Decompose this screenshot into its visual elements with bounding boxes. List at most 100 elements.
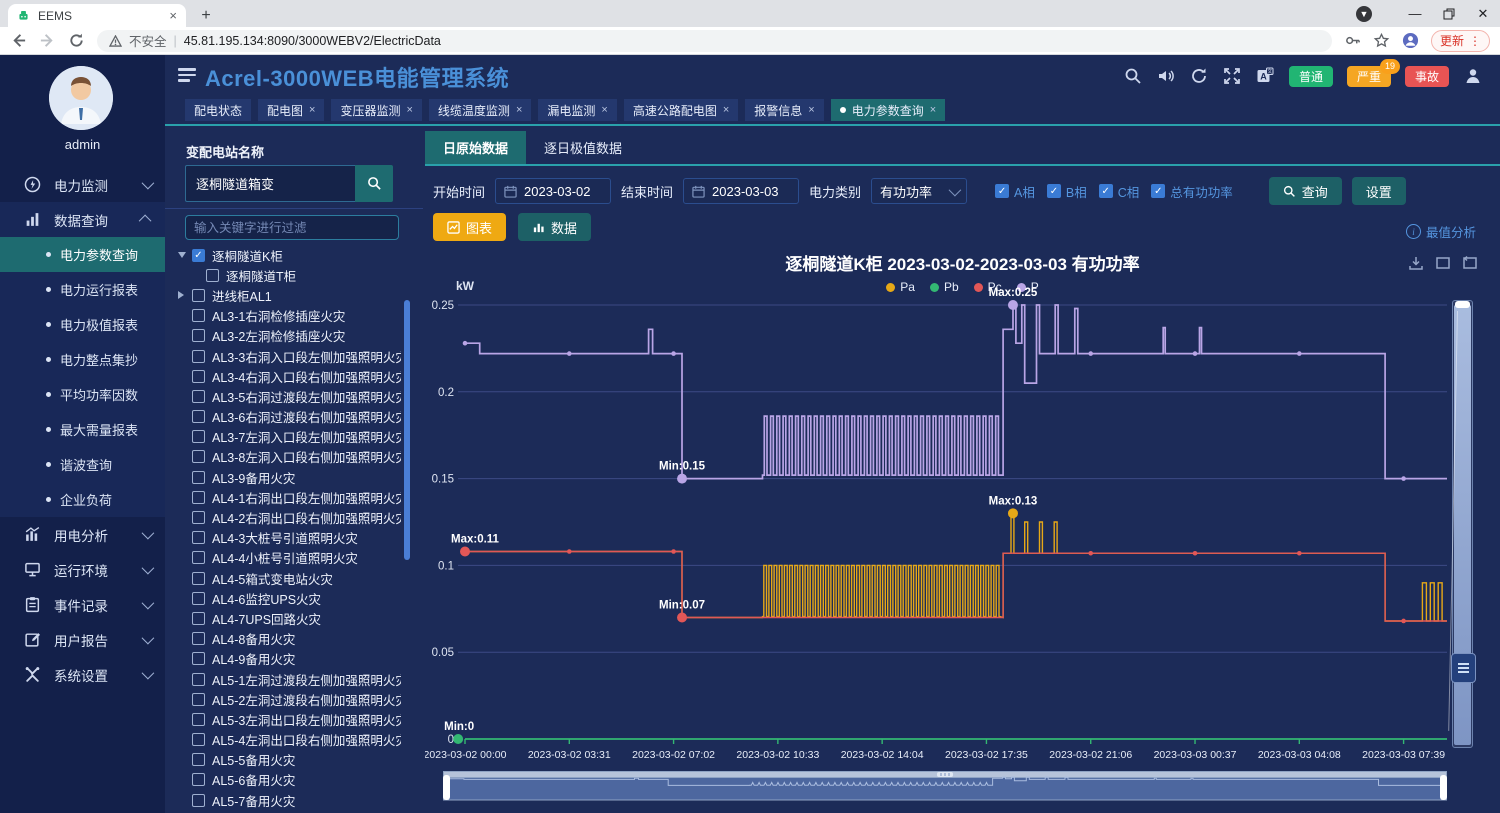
main-tab[interactable]: 高速公路配电图× — [624, 99, 738, 121]
browser-tab[interactable]: EEMS × — [8, 4, 186, 27]
phase-checkbox-item[interactable]: ✓总有功功率 — [1151, 182, 1233, 201]
not-secure-warning-icon[interactable] — [109, 35, 122, 47]
browser-menu-circle-icon[interactable]: ▼ — [1356, 6, 1372, 22]
close-tab-icon[interactable]: × — [516, 104, 522, 116]
tree-checkbox[interactable] — [192, 753, 205, 766]
tree-checkbox[interactable] — [192, 773, 205, 786]
main-tab[interactable]: 配电图× — [258, 99, 324, 121]
user-icon[interactable] — [1464, 67, 1482, 85]
tree-item[interactable]: AL4-6监控UPS火灾 — [178, 588, 401, 608]
checkbox-checked-icon[interactable]: ✓ — [1099, 184, 1113, 198]
tree-item[interactable]: AL5-7备用火灾 — [178, 790, 401, 810]
sidebar-item-report[interactable]: 用户报告 — [0, 622, 165, 657]
datazoom-grip[interactable] — [1451, 653, 1476, 683]
tree-checkbox[interactable] — [192, 612, 205, 625]
tree-checkbox[interactable] — [192, 491, 205, 504]
address-bar[interactable]: 不安全 | 45.81.195.134:8090/3000WEBV2/Elect… — [97, 30, 1332, 52]
sidebar-item-power[interactable]: 电力监测 — [0, 167, 165, 202]
main-tab[interactable]: 线缆温度监测× — [429, 99, 531, 121]
station-search-input[interactable] — [185, 165, 355, 202]
window-close-button[interactable]: ✕ — [1466, 0, 1500, 27]
chart-plot[interactable]: 00.050.10.150.20.25kW2023-03-02 00:00202… — [425, 250, 1500, 770]
tree-item[interactable]: AL3-8左洞入口段右侧加强照明火灾 — [178, 447, 401, 467]
sidebar-item-settings[interactable]: 系统设置 — [0, 657, 165, 692]
tree-checkbox[interactable] — [192, 652, 205, 665]
tree-checkbox[interactable] — [192, 794, 205, 807]
data-view-button[interactable]: 数据 — [518, 213, 591, 241]
alarm-pill[interactable]: 普通 — [1289, 66, 1333, 87]
sidebar-item-event[interactable]: 事件记录 — [0, 587, 165, 622]
tree-scrollbar[interactable] — [404, 300, 410, 560]
tree-item[interactable]: AL3-3右洞入口段左侧加强照明火灾 — [178, 346, 401, 366]
bookmark-star-icon[interactable] — [1373, 32, 1390, 49]
tree-item[interactable]: AL4-7UPS回路火灾 — [178, 608, 401, 628]
close-tab-icon[interactable]: × — [723, 104, 729, 116]
tree-checkbox[interactable]: ✓ — [192, 249, 205, 262]
checkbox-checked-icon[interactable]: ✓ — [1047, 184, 1061, 198]
sidebar-item-data[interactable]: 数据查询 — [0, 202, 165, 237]
close-tab-icon[interactable]: × — [406, 104, 412, 116]
tree-filter-input[interactable] — [185, 215, 399, 240]
alarm-pill[interactable]: 严重19 — [1347, 66, 1391, 87]
tree-item[interactable]: AL4-1右洞出口段左侧加强照明火灾 — [178, 487, 401, 507]
tree-item[interactable]: AL5-1左洞过渡段左侧加强照明火灾 — [178, 669, 401, 689]
tree-item[interactable]: AL4-2右洞出口段右侧加强照明火灾 — [178, 507, 401, 527]
tree-checkbox[interactable] — [192, 390, 205, 403]
tree-checkbox[interactable] — [192, 471, 205, 484]
browser-more-dots-icon[interactable]: ⋮ — [1469, 34, 1481, 48]
refresh-icon[interactable] — [68, 32, 85, 49]
caret-right-icon[interactable] — [178, 291, 192, 299]
tree-item[interactable]: AL4-8备用火灾 — [178, 629, 401, 649]
tree-item[interactable]: AL4-4小桩号引道照明火灾 — [178, 548, 401, 568]
tree-checkbox[interactable] — [192, 430, 205, 443]
tree-item[interactable]: AL3-7左洞入口段左侧加强照明火灾 — [178, 427, 401, 447]
checkbox-checked-icon[interactable]: ✓ — [995, 184, 1009, 198]
sidebar-subitem[interactable]: 平均功率因数 — [0, 377, 165, 412]
chart-view-button[interactable]: 图表 — [433, 213, 506, 241]
phase-checkbox-item[interactable]: ✓C相 — [1099, 182, 1140, 201]
tree-checkbox[interactable] — [192, 551, 205, 564]
tab-daily-raw-data[interactable]: 日原始数据 — [425, 131, 526, 164]
tree-item[interactable]: AL4-9备用火灾 — [178, 649, 401, 669]
tree-item[interactable]: AL4-5箱式变电站火灾 — [178, 568, 401, 588]
tree-item[interactable]: AL3-5右洞过渡段左侧加强照明火灾 — [178, 386, 401, 406]
main-tab[interactable]: 电力参数查询× — [831, 99, 945, 121]
tree-checkbox[interactable] — [206, 269, 219, 282]
slider-handle-right[interactable] — [1440, 775, 1447, 800]
tree-checkbox[interactable] — [192, 733, 205, 746]
collapse-menu-icon[interactable] — [178, 68, 196, 82]
tree-checkbox[interactable] — [192, 289, 205, 302]
checkbox-checked-icon[interactable]: ✓ — [1151, 184, 1165, 198]
main-tab[interactable]: 配电状态 — [185, 99, 251, 121]
tree-item[interactable]: AL5-3左洞出口段左侧加强照明火灾 — [178, 709, 401, 729]
tree-checkbox[interactable] — [192, 350, 205, 363]
tab-daily-extreme-data[interactable]: 逐日极值数据 — [526, 131, 640, 164]
back-icon[interactable] — [10, 32, 27, 49]
sidebar-subitem[interactable]: 电力参数查询 — [0, 237, 165, 272]
sidebar-item-env[interactable]: 运行环境 — [0, 552, 165, 587]
close-tab-icon[interactable]: × — [309, 104, 315, 116]
tree-checkbox[interactable] — [192, 632, 205, 645]
tree-item[interactable]: AL5-5备用火灾 — [178, 750, 401, 770]
tree-checkbox[interactable] — [192, 713, 205, 726]
sound-icon[interactable] — [1157, 67, 1175, 85]
tree-checkbox[interactable] — [192, 370, 205, 383]
close-tab-icon[interactable]: × — [808, 104, 814, 116]
tree-checkbox[interactable] — [192, 673, 205, 686]
caret-down-icon[interactable] — [178, 252, 192, 258]
datazoom-slider-horizontal[interactable] — [443, 771, 1447, 801]
fullscreen-icon[interactable] — [1223, 67, 1241, 85]
tree-item[interactable]: AL3-1右洞检修插座火灾 — [178, 306, 401, 326]
datazoom-handle-top[interactable] — [1455, 301, 1470, 308]
tree-checkbox[interactable] — [192, 511, 205, 524]
tree-item[interactable]: AL5-6备用火灾 — [178, 770, 401, 790]
sidebar-subitem[interactable]: 谐波查询 — [0, 447, 165, 482]
sidebar-subitem[interactable]: 企业负荷 — [0, 482, 165, 517]
phase-checkbox-item[interactable]: ✓B相 — [1047, 182, 1087, 201]
extreme-analysis-link[interactable]: i 最值分析 — [1406, 222, 1476, 241]
tree-item[interactable]: 进线柜AL1 — [178, 285, 401, 305]
window-minimize-button[interactable]: — — [1398, 0, 1432, 27]
forward-icon[interactable] — [39, 32, 56, 49]
alarm-pill[interactable]: 事故 — [1405, 66, 1449, 87]
close-tab-icon[interactable]: × — [601, 104, 607, 116]
